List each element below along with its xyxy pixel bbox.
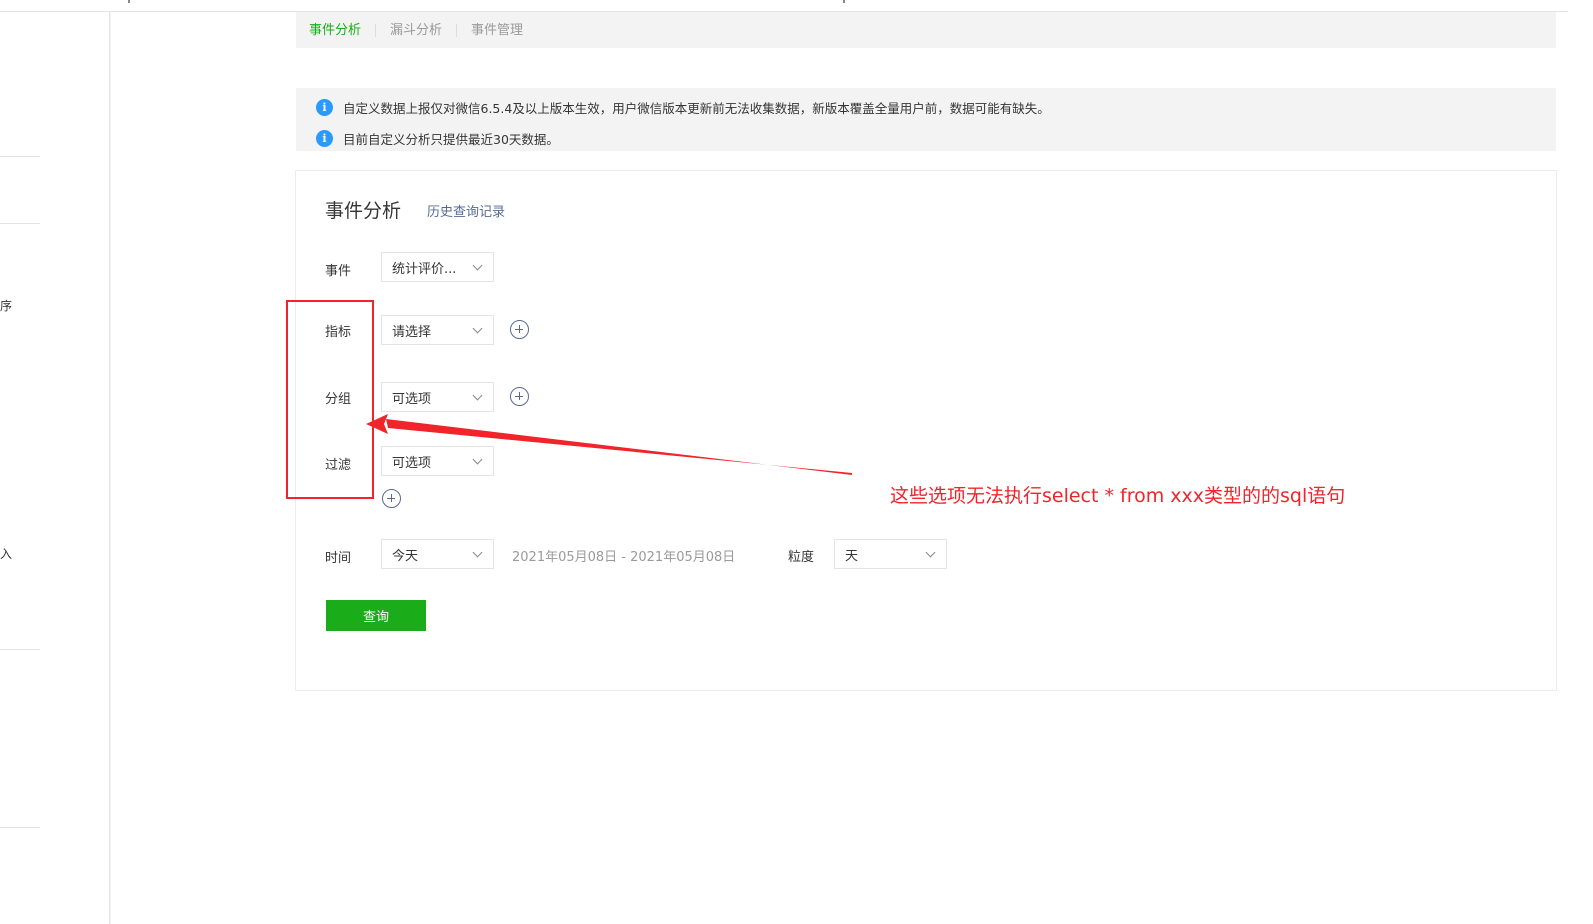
tab-event-analysis[interactable]: 事件分析 (309, 24, 375, 37)
chevron-down-icon (472, 547, 483, 558)
group-select-value: 可选项 (392, 391, 432, 407)
filter-select-value: 可选项 (392, 455, 432, 471)
granularity-select[interactable]: 天 (834, 539, 947, 569)
group-label: 分组 (325, 392, 352, 407)
add-filter-plus-icon[interactable] (382, 489, 401, 508)
sidebar: 序 入 (0, 12, 110, 924)
top-border (0, 0, 1568, 12)
sidebar-divider (0, 156, 40, 157)
granularity-label: 粒度 (788, 550, 815, 565)
chevron-down-icon (472, 390, 483, 401)
tab-funnel-analysis[interactable]: 漏斗分析 (375, 23, 456, 37)
sidebar-item-fragment[interactable]: 入 (0, 547, 12, 561)
info-icon: i (316, 99, 333, 116)
sidebar-item-fragment[interactable]: 序 (0, 299, 12, 313)
top-tick (843, 0, 845, 3)
metric-select[interactable]: 请选择 (381, 315, 494, 345)
event-label: 事件 (325, 264, 352, 279)
time-select-value: 今天 (392, 548, 419, 564)
sidebar-divider (0, 223, 40, 224)
chevron-down-icon (925, 547, 936, 558)
metric-select-value: 请选择 (392, 324, 432, 340)
chevron-down-icon (472, 454, 483, 465)
sidebar-divider (0, 827, 40, 828)
time-label: 时间 (325, 551, 352, 566)
event-select-value: 统计评价... (392, 261, 457, 277)
metric-label: 指标 (325, 325, 352, 340)
filter-label: 过滤 (325, 458, 352, 473)
history-query-link[interactable]: 历史查询记录 (427, 201, 505, 220)
add-metric-plus-icon[interactable] (510, 320, 529, 339)
event-select[interactable]: 统计评价... (381, 252, 494, 282)
annotation-text: 这些选项无法执行select * from xxx类型的的sql语句 (890, 485, 1346, 507)
notice-panel: i 自定义数据上报仅对微信6.5.4及以上版本生效，用户微信版本更新前无法收集数… (296, 88, 1556, 151)
add-group-plus-icon[interactable] (510, 387, 529, 406)
time-select[interactable]: 今天 (381, 539, 494, 569)
chevron-down-icon (472, 323, 483, 334)
chevron-down-icon (472, 260, 483, 271)
page-title: 事件分析 (325, 200, 402, 222)
info-icon: i (316, 130, 333, 147)
tab-bar: 事件分析 漏斗分析 事件管理 (296, 12, 1556, 48)
notice-item: i 目前自定义分析只提供最近30天数据。 (296, 123, 1556, 154)
top-tick (128, 0, 130, 3)
notice-item: i 自定义数据上报仅对微信6.5.4及以上版本生效，用户微信版本更新前无法收集数… (296, 92, 1556, 123)
notice-text: 目前自定义分析只提供最近30天数据。 (343, 132, 559, 147)
right-edge (1568, 0, 1593, 924)
group-select[interactable]: 可选项 (381, 382, 494, 412)
filter-select[interactable]: 可选项 (381, 446, 494, 476)
query-button[interactable]: 查询 (326, 600, 426, 631)
sidebar-divider (0, 649, 40, 650)
event-analysis-card: 事件分析 历史查询记录 事件 统计评价... 指标 请选择 分组 可选项 过滤 … (296, 171, 1556, 690)
tab-event-management[interactable]: 事件管理 (456, 23, 537, 37)
date-range-text: 2021年05月08日 - 2021年05月08日 (512, 550, 736, 565)
granularity-select-value: 天 (845, 548, 859, 564)
notice-text: 自定义数据上报仅对微信6.5.4及以上版本生效，用户微信版本更新前无法收集数据，… (343, 101, 1050, 116)
